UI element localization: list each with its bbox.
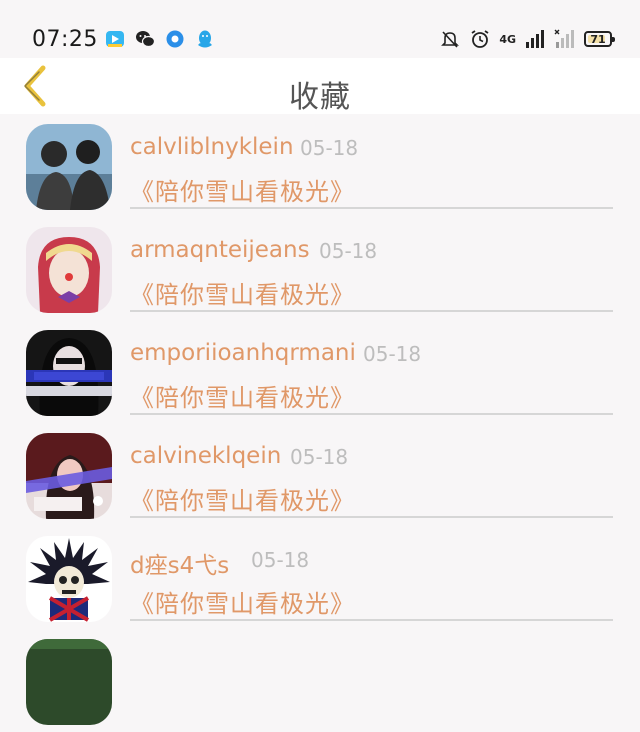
item-name: armaqnteijeans: [130, 237, 310, 263]
item-date: 05-18: [300, 136, 359, 160]
favorites-list: calvliblnyklein 05-18 《陪你雪山看极光》 armaqnte…: [0, 114, 640, 732]
avatar[interactable]: [26, 433, 112, 519]
item-name: d痤s4弋s: [130, 553, 230, 579]
avatar-image: [26, 124, 112, 210]
list-item[interactable]: armaqnteijeans 05-18 《陪你雪山看极光》: [0, 217, 640, 320]
signal-icon: [526, 30, 544, 48]
item-name: emporiioanhqrmani: [130, 340, 356, 366]
item-date: 05-18: [251, 548, 310, 572]
item-title[interactable]: 《陪你雪山看极光》: [130, 378, 355, 413]
browser-icon: [166, 30, 184, 48]
status-time: 07:25: [32, 27, 98, 52]
list-item[interactable]: calvineklqein 05-18 《陪你雪山看极光》: [0, 423, 640, 526]
avatar[interactable]: [26, 536, 112, 622]
alarm-icon: [471, 30, 489, 48]
item-title[interactable]: 《陪你雪山看极光》: [130, 172, 355, 207]
signal-weak-icon: [554, 29, 574, 48]
list-item[interactable]: d痤s4弋s 05-18 《陪你雪山看极光》: [0, 526, 640, 629]
divider: [130, 310, 613, 312]
item-name: calvliblnyklein: [130, 134, 294, 160]
list-item[interactable]: emporiioanhqrmani 05-18 《陪你雪山看极光》: [0, 320, 640, 423]
item-title[interactable]: 《陪你雪山看极光》: [130, 584, 355, 619]
divider: [130, 413, 613, 415]
avatar-image: [26, 639, 112, 725]
avatar[interactable]: [26, 124, 112, 210]
item-title[interactable]: 《陪你雪山看极光》: [130, 275, 355, 310]
item-date: 05-18: [363, 342, 422, 366]
avatar-image: [26, 433, 112, 519]
network-type-label: 4G: [499, 32, 516, 46]
nav-bar: 收藏: [0, 58, 640, 115]
avatar-image: [26, 536, 112, 622]
battery-level: 71: [590, 32, 606, 46]
status-bar: 07:25 4G 71: [0, 0, 640, 58]
avatar[interactable]: [26, 227, 112, 313]
qq-icon: [198, 30, 212, 48]
item-title[interactable]: 《陪你雪山看极光》: [130, 481, 355, 516]
item-name: calvineklqein: [130, 443, 282, 469]
avatar[interactable]: [26, 639, 112, 725]
divider: [130, 516, 613, 518]
list-item[interactable]: calvliblnyklein 05-18 《陪你雪山看极光》: [0, 114, 640, 217]
video-app-icon: [106, 31, 124, 47]
status-app-icons: [104, 28, 216, 50]
avatar[interactable]: [26, 330, 112, 416]
avatar-image: [26, 330, 112, 416]
list-item[interactable]: [0, 629, 640, 732]
item-date: 05-18: [290, 445, 349, 469]
mute-bell-icon: [441, 31, 460, 48]
avatar-image: [26, 227, 112, 313]
item-date: 05-18: [319, 239, 378, 263]
divider: [130, 207, 613, 209]
divider: [130, 619, 613, 621]
status-right: 4G 71: [439, 28, 615, 50]
page-title: 收藏: [289, 80, 351, 115]
wechat-icon: [136, 31, 156, 48]
battery-icon: 71: [584, 31, 615, 47]
